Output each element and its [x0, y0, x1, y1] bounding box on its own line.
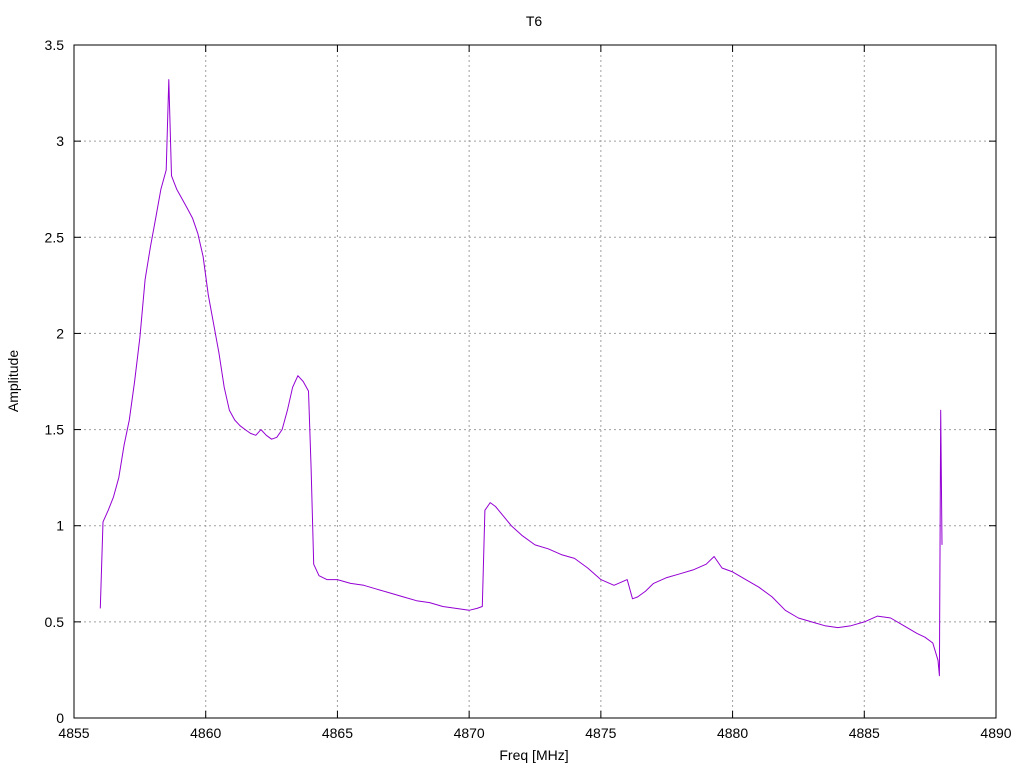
y-tick-label: 1	[56, 518, 64, 534]
y-tick-label: 3	[56, 133, 64, 149]
x-tick-label: 4875	[585, 725, 616, 741]
plot-frame	[73, 44, 997, 719]
x-tick-label: 4885	[849, 725, 880, 741]
x-axis-label: Freq [MHz]	[499, 747, 568, 763]
y-tick-label: 0.5	[45, 614, 65, 630]
series-layer	[99, 79, 943, 677]
x-tick-label: 4880	[717, 725, 748, 741]
grid-lines	[74, 45, 996, 718]
x-tick-label: 4890	[980, 725, 1011, 741]
plot-border	[73, 44, 997, 719]
y-tick-label: 2	[56, 325, 64, 341]
y-axis-label: Amplitude	[5, 350, 21, 412]
tick-marks	[73, 44, 997, 719]
y-tick-label: 1.5	[45, 422, 65, 438]
y-tick-labels: 0 0.5 1 1.5 2 2.5 3 3.5	[45, 37, 65, 726]
y-tick-label: 3.5	[45, 37, 65, 53]
y-tick-label: 2.5	[45, 229, 65, 245]
series-line	[99, 79, 943, 677]
x-tick-labels: 4855 4860 4865 4870 4875 4880 4885 4890	[58, 725, 1011, 741]
x-tick-label: 4865	[322, 725, 353, 741]
x-tick-label: 4870	[454, 725, 485, 741]
x-tick-label: 4860	[190, 725, 221, 741]
y-tick-label: 0	[56, 710, 64, 726]
chart-figure: 4855 4860 4865 4870 4875 4880 4885 4890 0 0.5 1 1.…	[5, 13, 1012, 763]
chart-title: T6	[526, 13, 543, 29]
x-tick-label: 4855	[58, 725, 89, 741]
